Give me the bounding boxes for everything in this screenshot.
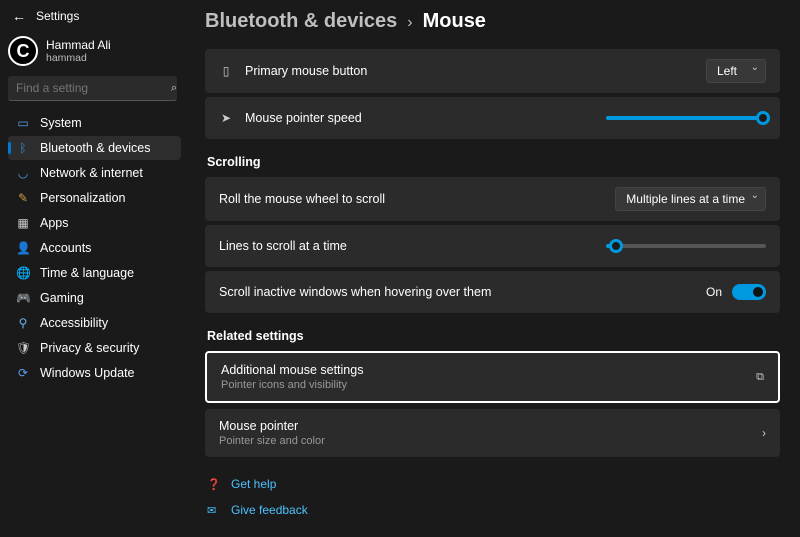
shield-icon: 🛡 (16, 341, 30, 355)
nav-item-update[interactable]: ⟳ Windows Update (8, 361, 181, 385)
nav-item-accessibility[interactable]: ⚲ Accessibility (8, 311, 181, 335)
row-sub: Pointer icons and visibility (221, 379, 744, 391)
section-related: Related settings (207, 329, 780, 343)
toggle-state: On (706, 285, 722, 299)
nav-item-apps[interactable]: ▦ Apps (8, 211, 181, 235)
slider-thumb[interactable] (609, 239, 623, 253)
nav-item-privacy[interactable]: 🛡 Privacy & security (8, 336, 181, 360)
row-label: Lines to scroll at a time (219, 239, 594, 253)
row-text: Mouse pointer Pointer size and color (219, 419, 750, 447)
person-icon: 👤 (16, 241, 30, 255)
lines-slider[interactable] (606, 244, 766, 248)
search-box[interactable]: ⌕ (8, 76, 177, 101)
breadcrumb: Bluetooth & devices › Mouse (205, 10, 780, 33)
sidebar: ← Settings C Hammad Ali hammad ⌕ ▭ Syste… (0, 0, 185, 537)
user-handle: hammad (46, 52, 111, 65)
row-label: Mouse pointer speed (245, 111, 594, 125)
chevron-right-icon: › (407, 14, 412, 32)
nav-label: Apps (40, 216, 69, 230)
row-sub: Pointer size and color (219, 435, 750, 447)
gamepad-icon: 🎮 (16, 291, 30, 305)
user-names: Hammad Ali hammad (46, 38, 111, 65)
main-content: Bluetooth & devices › Mouse ▯ Primary mo… (185, 0, 800, 537)
slider-thumb[interactable] (756, 111, 770, 125)
row-mouse-pointer[interactable]: Mouse pointer Pointer size and color › (205, 409, 780, 457)
nav-item-time[interactable]: 🌐 Time & language (8, 261, 181, 285)
user-full-name: Hammad Ali (46, 38, 111, 52)
back-icon[interactable]: ← (12, 8, 26, 24)
app-title: Settings (36, 9, 79, 23)
grid-icon: ▦ (16, 216, 30, 230)
cursor-icon: ➤ (219, 111, 233, 125)
nav-list: ▭ System ᛒ Bluetooth & devices ◡ Network… (8, 111, 181, 385)
display-icon: ▭ (16, 116, 30, 130)
feedback-link[interactable]: Give feedback (231, 503, 308, 517)
nav-label: Bluetooth & devices (40, 141, 151, 155)
chevron-right-icon: › (762, 426, 766, 440)
row-lines-at-time: Lines to scroll at a time (205, 225, 780, 267)
feedback-icon: ✉ (207, 504, 221, 517)
row-label: Mouse pointer (219, 419, 750, 433)
nav-item-gaming[interactable]: 🎮 Gaming (8, 286, 181, 310)
help-icon: ❓ (207, 478, 221, 491)
section-scrolling: Scrolling (207, 155, 780, 169)
search-icon: ⌕ (171, 82, 177, 95)
nav-label: Accessibility (40, 316, 108, 330)
nav-item-network[interactable]: ◡ Network & internet (8, 161, 181, 185)
title-row: ← Settings (8, 8, 181, 24)
row-label: Scroll inactive windows when hovering ov… (219, 285, 694, 299)
wheel-scroll-select[interactable]: Multiple lines at a time (615, 187, 766, 211)
row-label: Additional mouse settings (221, 363, 744, 377)
sync-icon: ⟳ (16, 366, 30, 380)
user-block[interactable]: C Hammad Ali hammad (8, 32, 181, 76)
nav-label: Privacy & security (40, 341, 139, 355)
globe-icon: 🌐 (16, 266, 30, 280)
row-additional-mouse-settings[interactable]: Additional mouse settings Pointer icons … (205, 351, 780, 403)
nav-item-personalization[interactable]: ✎ Personalization (8, 186, 181, 210)
nav-label: Windows Update (40, 366, 135, 380)
nav-label: Gaming (40, 291, 84, 305)
nav-label: Network & internet (40, 166, 143, 180)
row-primary-button: ▯ Primary mouse button Left (205, 49, 780, 93)
bluetooth-icon: ᛒ (16, 141, 30, 155)
brush-icon: ✎ (16, 191, 30, 205)
inactive-scroll-toggle[interactable] (732, 284, 766, 300)
select-value: Multiple lines at a time (626, 192, 745, 206)
nav-label: Personalization (40, 191, 125, 205)
slider-fill (606, 116, 763, 120)
row-label: Roll the mouse wheel to scroll (219, 192, 603, 206)
row-text: Additional mouse settings Pointer icons … (221, 363, 744, 391)
breadcrumb-parent[interactable]: Bluetooth & devices (205, 10, 397, 33)
external-link-icon: ⧉ (756, 371, 764, 384)
help-link[interactable]: Get help (231, 477, 276, 491)
mouse-icon: ▯ (219, 64, 233, 78)
primary-button-select[interactable]: Left (706, 59, 766, 83)
accessibility-icon: ⚲ (16, 316, 30, 330)
select-value: Left (717, 64, 737, 78)
row-inactive-scroll: Scroll inactive windows when hovering ov… (205, 271, 780, 313)
toggle-wrap: On (706, 284, 766, 300)
wifi-icon: ◡ (16, 166, 30, 180)
nav-item-bluetooth[interactable]: ᛒ Bluetooth & devices (8, 136, 181, 160)
nav-label: Accounts (40, 241, 91, 255)
row-wheel-scroll: Roll the mouse wheel to scroll Multiple … (205, 177, 780, 221)
nav-item-system[interactable]: ▭ System (8, 111, 181, 135)
search-input[interactable] (16, 81, 171, 95)
pointer-speed-slider[interactable] (606, 116, 766, 120)
help-get-help[interactable]: ❓ Get help (205, 471, 780, 497)
row-pointer-speed: ➤ Mouse pointer speed (205, 97, 780, 139)
nav-label: System (40, 116, 82, 130)
row-label: Primary mouse button (245, 64, 694, 78)
nav-item-accounts[interactable]: 👤 Accounts (8, 236, 181, 260)
nav-label: Time & language (40, 266, 134, 280)
breadcrumb-current: Mouse (423, 10, 486, 33)
help-feedback[interactable]: ✉ Give feedback (205, 497, 780, 523)
avatar: C (8, 36, 38, 66)
